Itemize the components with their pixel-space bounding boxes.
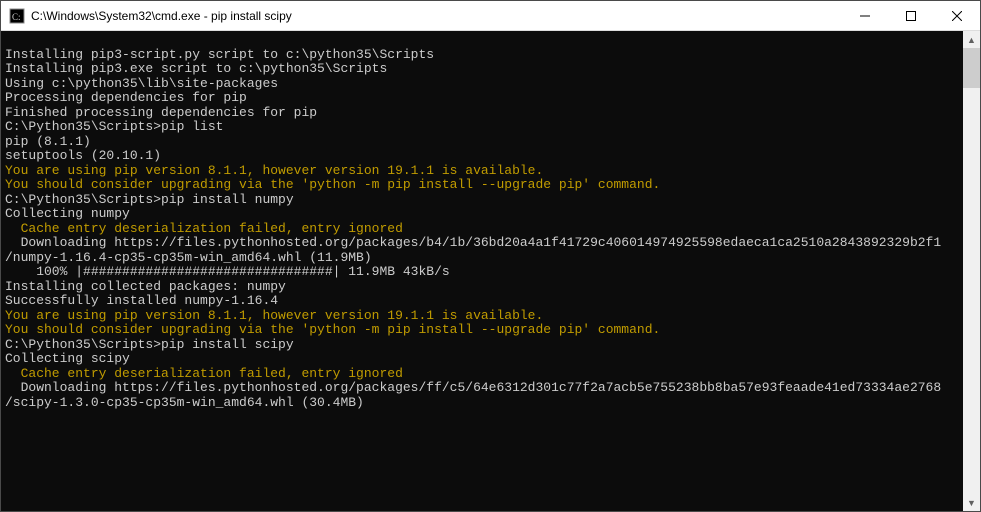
cmd-window: C: C:\Windows\System32\cmd.exe - pip ins… [0,0,981,512]
minimize-button[interactable] [842,1,888,30]
scroll-up-button[interactable]: ▲ [963,31,980,48]
scroll-down-button[interactable]: ▼ [963,494,980,511]
output-line: Successfully installed numpy-1.16.4 [5,294,959,309]
scrollbar-track[interactable] [963,48,980,494]
command-text: pip install numpy [161,192,294,207]
svg-text:C:: C: [12,12,21,22]
output-line: pip (8.1.1) [5,135,959,150]
output-line: Finished processing dependencies for pip [5,106,959,121]
prompt-path: C:\Python35\Scripts> [5,192,161,207]
output-line: Processing dependencies for pip [5,91,959,106]
output-line: Collecting numpy [5,207,959,222]
output-line: Using c:\python35\lib\site-packages [5,77,959,92]
warning-line: You are using pip version 8.1.1, however… [5,164,959,179]
output-line: Installing pip3-script.py script to c:\p… [5,48,959,63]
progress-line: 100% |################################| … [5,265,959,280]
output-line: Collecting scipy [5,352,959,367]
command-text: pip install scipy [161,337,294,352]
app-icon: C: [9,8,25,24]
warning-line: You should consider upgrading via the 'p… [5,178,959,193]
output-line: Downloading https://files.pythonhosted.o… [5,236,959,251]
vertical-scrollbar[interactable]: ▲ ▼ [963,31,980,511]
output-line: setuptools (20.10.1) [5,149,959,164]
maximize-button[interactable] [888,1,934,30]
window-title: C:\Windows\System32\cmd.exe - pip instal… [31,9,842,23]
command-text: pip list [161,119,223,134]
terminal-container: Installing pip3-script.py script to c:\p… [1,31,980,511]
prompt-path: C:\Python35\Scripts> [5,119,161,134]
close-button[interactable] [934,1,980,30]
warning-line: Cache entry deserialization failed, entr… [5,222,959,237]
output-line: /numpy-1.16.4-cp35-cp35m-win_amd64.whl (… [5,251,959,266]
warning-line: You should consider upgrading via the 'p… [5,323,959,338]
prompt-line: C:\Python35\Scripts>pip list [5,120,959,135]
window-controls [842,1,980,30]
scrollbar-thumb[interactable] [963,48,980,88]
output-line: Downloading https://files.pythonhosted.o… [5,381,959,396]
titlebar: C: C:\Windows\System32\cmd.exe - pip ins… [1,1,980,31]
output-line: Installing collected packages: numpy [5,280,959,295]
prompt-path: C:\Python35\Scripts> [5,337,161,352]
prompt-line: C:\Python35\Scripts>pip install scipy [5,338,959,353]
terminal-output[interactable]: Installing pip3-script.py script to c:\p… [1,31,963,511]
prompt-line: C:\Python35\Scripts>pip install numpy [5,193,959,208]
warning-line: Cache entry deserialization failed, entr… [5,367,959,382]
output-line: /scipy-1.3.0-cp35-cp35m-win_amd64.whl (3… [5,396,959,411]
warning-line: You are using pip version 8.1.1, however… [5,309,959,324]
output-line: Installing pip3.exe script to c:\python3… [5,62,959,77]
